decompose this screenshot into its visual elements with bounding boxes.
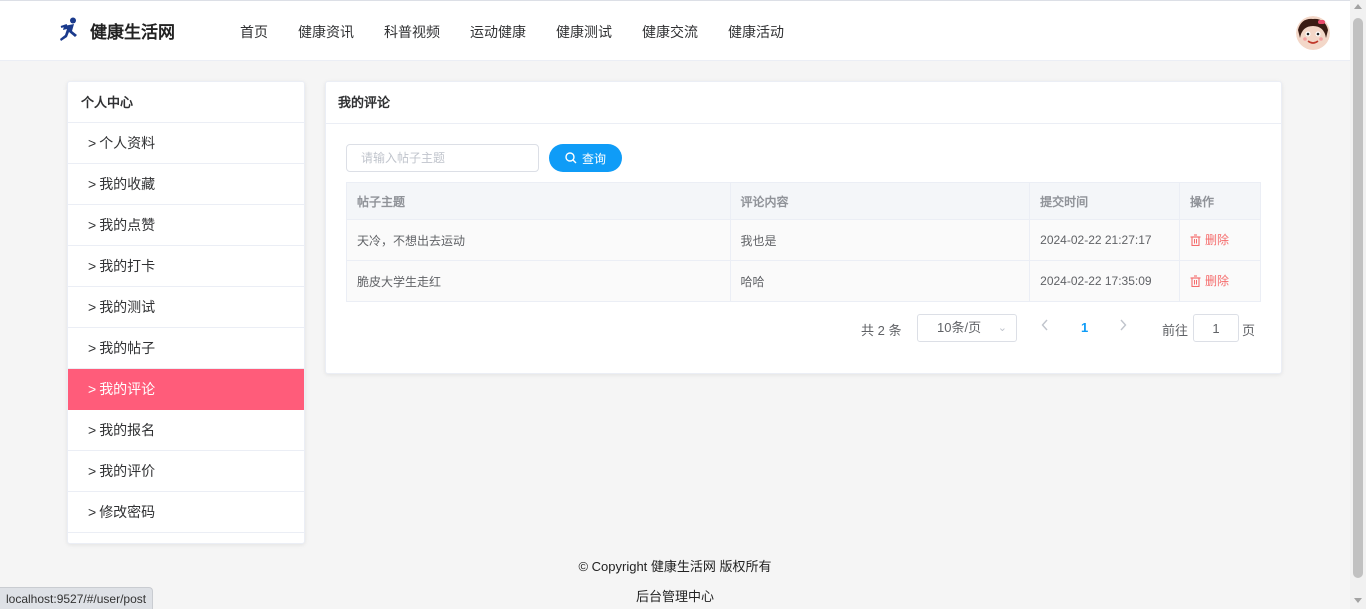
delete-button[interactable]: 删除 [1190, 231, 1229, 248]
prev-page-button[interactable] [1041, 319, 1049, 334]
my-comments-panel: 我的评论 查询 帖子主题 评论内容 提交时间 操作 天冷，不想出去运动 我也是 … [325, 81, 1282, 374]
sidebar-item-label: 个人资料 [99, 135, 156, 151]
chevron-right-icon [1120, 319, 1127, 331]
nav-health-activity[interactable]: 健康活动 [728, 22, 784, 42]
cell-action: 删除 [1179, 260, 1261, 302]
sidebar-item-label: 我的收藏 [99, 176, 156, 192]
column-header-topic: 帖子主题 [346, 182, 731, 220]
table-header-row: 帖子主题 评论内容 提交时间 操作 [346, 182, 1261, 220]
table-row: 天冷，不想出去运动 我也是 2024-02-22 21:27:17 删除 [346, 219, 1261, 261]
cell-content: 哈哈 [729, 260, 1031, 302]
delete-button[interactable]: 删除 [1190, 272, 1229, 289]
nav-health-test[interactable]: 健康测试 [556, 22, 612, 42]
nav-sports-health[interactable]: 运动健康 [470, 22, 526, 42]
chevron-right-icon: > [88, 381, 97, 397]
chevron-right-icon: > [88, 258, 97, 274]
search-icon [565, 152, 577, 164]
scrollbar-thumb[interactable] [1353, 18, 1363, 578]
trash-icon [1190, 275, 1201, 287]
scroll-down-arrow-icon[interactable] [1354, 598, 1362, 603]
page-size-value: 10条/页 [937, 320, 982, 335]
sidebar-item-label: 我的帖子 [99, 340, 156, 356]
browser-status-url: localhost:9527/#/user/post [0, 587, 154, 609]
page-number-current[interactable]: 1 [1081, 320, 1088, 335]
chevron-right-icon: > [88, 135, 97, 151]
cell-topic: 天冷，不想出去运动 [346, 219, 731, 261]
chevron-right-icon: > [88, 217, 97, 233]
site-header: 健康生活网 首页 健康资讯 科普视频 运动健康 健康测试 健康交流 健康活动 [0, 1, 1350, 61]
column-header-action: 操作 [1179, 182, 1261, 220]
sidebar-item-likes[interactable]: > 我的点赞 [68, 205, 304, 246]
site-logo[interactable]: 健康生活网 [58, 17, 175, 43]
pagination: 共 2 条 10条/页 ⌄ 1 前往 页 [861, 314, 1261, 342]
cell-content: 我也是 [729, 219, 1031, 261]
chevron-right-icon: > [88, 422, 97, 438]
trash-icon [1190, 234, 1201, 246]
delete-label: 删除 [1205, 274, 1230, 289]
footer-copyright: © Copyright 健康生活网 版权所有 [578, 559, 772, 574]
sidebar-item-label: 我的打卡 [99, 258, 156, 274]
site-name: 健康生活网 [90, 22, 175, 42]
nav-home[interactable]: 首页 [240, 22, 268, 42]
table-row: 脆皮大学生走红 哈哈 2024-02-22 17:35:09 删除 [346, 260, 1261, 302]
column-header-time: 提交时间 [1029, 182, 1181, 220]
sidebar-item-label: 我的点赞 [99, 217, 156, 233]
sidebar-item-posts[interactable]: > 我的帖子 [68, 328, 304, 369]
sidebar-item-checkin[interactable]: > 我的打卡 [68, 246, 304, 287]
chevron-right-icon: > [88, 299, 97, 315]
sidebar-item-favorites[interactable]: > 我的收藏 [68, 164, 304, 205]
column-header-content: 评论内容 [729, 182, 1031, 220]
pagination-total: 共 2 条 [861, 323, 902, 338]
search-button[interactable]: 查询 [549, 144, 622, 172]
sidebar-item-label: 我的测试 [99, 299, 156, 315]
sidebar-item-profile[interactable]: > 个人资料 [68, 123, 304, 164]
main-nav: 首页 健康资讯 科普视频 运动健康 健康测试 健康交流 健康活动 [240, 22, 814, 42]
cell-action: 删除 [1179, 219, 1261, 261]
sidebar-item-change-password[interactable]: > 修改密码 [68, 492, 304, 533]
nav-science-video[interactable]: 科普视频 [384, 22, 440, 42]
chevron-right-icon: > [88, 340, 97, 356]
nav-health-news[interactable]: 健康资讯 [298, 22, 354, 42]
sidebar-title: 个人中心 [68, 82, 304, 123]
cell-time: 2024-02-22 21:27:17 [1029, 219, 1181, 261]
chevron-right-icon: > [88, 504, 97, 520]
chevron-left-icon [1041, 319, 1048, 331]
running-man-icon [60, 17, 77, 41]
sidebar-item-registrations[interactable]: > 我的报名 [68, 410, 304, 451]
nav-health-forum[interactable]: 健康交流 [642, 22, 698, 42]
page-size-select[interactable]: 10条/页 ⌄ [917, 314, 1017, 342]
sidebar-item-label: 我的评价 [99, 463, 156, 479]
delete-label: 删除 [1205, 233, 1230, 248]
comments-table: 帖子主题 评论内容 提交时间 操作 天冷，不想出去运动 我也是 2024-02-… [346, 182, 1261, 302]
sidebar-item-tests[interactable]: > 我的测试 [68, 287, 304, 328]
goto-label: 前往 [1162, 323, 1189, 338]
chevron-right-icon: > [88, 463, 97, 479]
scroll-up-arrow-icon[interactable] [1354, 4, 1362, 9]
goto-page-input[interactable] [1193, 314, 1239, 342]
user-center-sidebar: 个人中心 > 个人资料 > 我的收藏 > 我的点赞 > 我的打卡 > 我的测试 > 我的帖子… [67, 81, 305, 544]
sidebar-item-label: 我的报名 [99, 422, 156, 438]
sidebar-item-reviews[interactable]: > 我的评价 [68, 451, 304, 492]
admin-center-link[interactable]: 后台管理中心 [0, 586, 1350, 605]
cartoon-avatar-icon [1296, 16, 1330, 50]
chevron-right-icon: > [88, 176, 97, 192]
sidebar-item-comments[interactable]: > 我的评论 [68, 369, 304, 410]
topic-search-input[interactable] [346, 144, 539, 172]
cell-topic: 脆皮大学生走红 [346, 260, 731, 302]
search-button-label: 查询 [581, 151, 606, 166]
sidebar-item-label: 修改密码 [99, 504, 156, 520]
chevron-down-icon: ⌄ [997, 322, 1007, 334]
sidebar-item-label: 我的评论 [99, 381, 156, 397]
next-page-button[interactable] [1119, 319, 1127, 334]
goto-unit: 页 [1242, 323, 1256, 338]
user-avatar[interactable] [1296, 16, 1330, 50]
panel-title: 我的评论 [326, 82, 1281, 124]
cell-time: 2024-02-22 17:35:09 [1029, 260, 1181, 302]
page-scrollbar[interactable] [1350, 0, 1366, 609]
